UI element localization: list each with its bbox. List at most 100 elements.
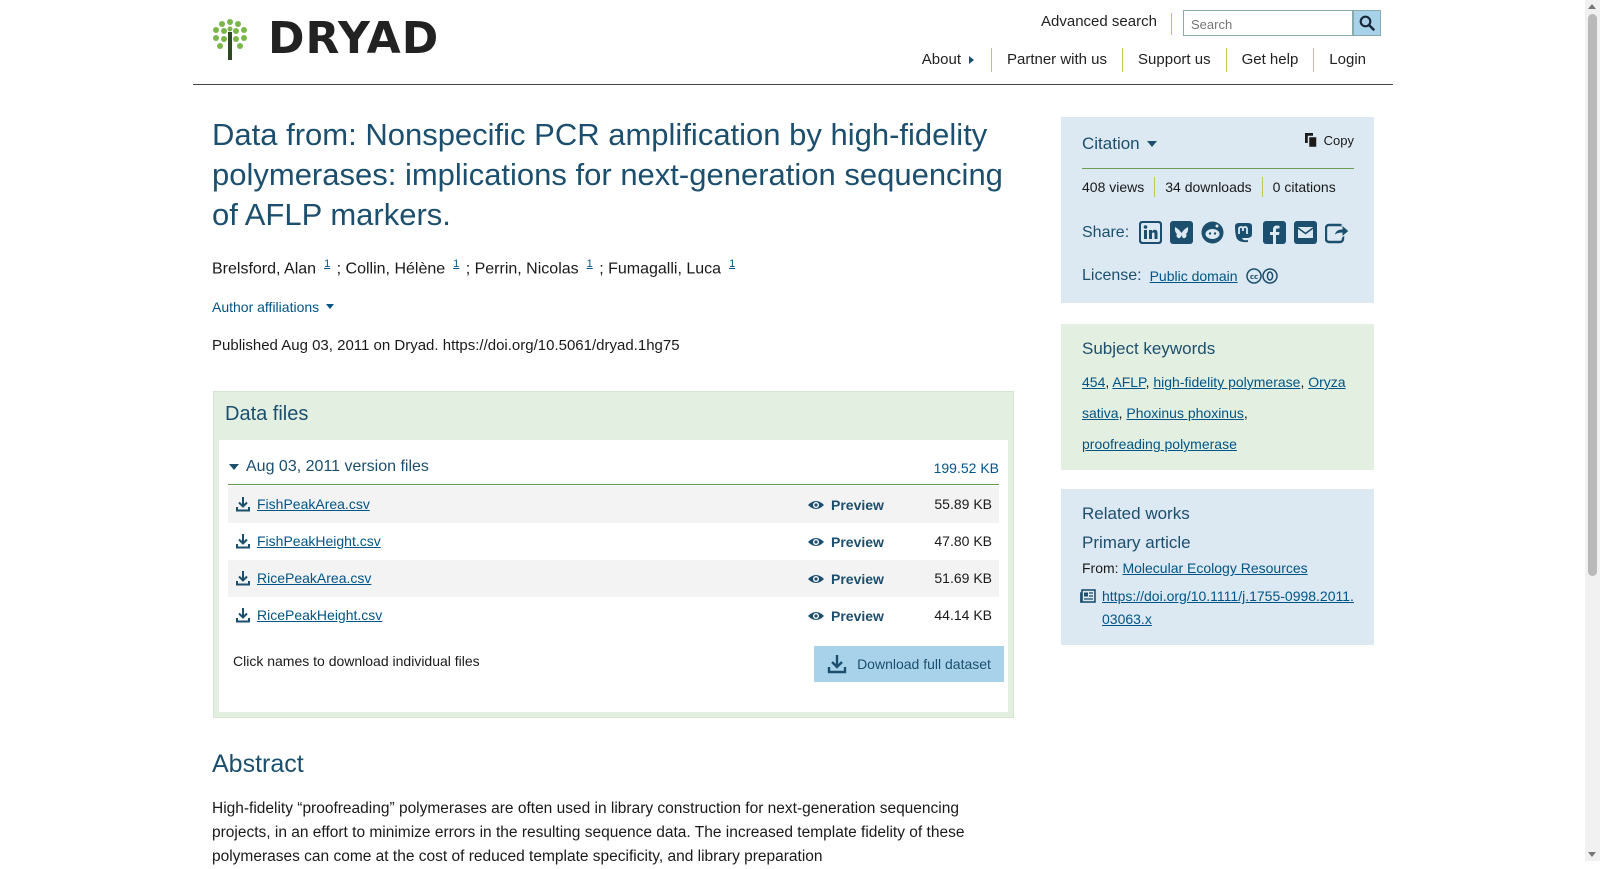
caret-right-icon <box>968 56 974 64</box>
keyword-list: 454, AFLP, high-fidelity polymerase, Ory… <box>1082 374 1346 452</box>
site-header: DRYAD Advanced search About Partner with… <box>193 0 1393 85</box>
affiliation-link[interactable]: 1 <box>453 258 459 270</box>
version-toggle[interactable]: Aug 03, 2011 version files 199.52 KB <box>228 456 999 485</box>
email-icon[interactable] <box>1294 221 1318 244</box>
usage-metrics: 408 views 34 downloads 0 citations <box>1082 177 1354 197</box>
search-field[interactable] <box>1183 10 1358 37</box>
abstract-text: High-fidelity “proofreading” polymerases… <box>212 800 965 865</box>
file-download-link[interactable]: RicePeakHeight.csv <box>235 607 382 623</box>
eye-icon <box>808 612 824 620</box>
eye-icon <box>808 575 824 583</box>
preview-button[interactable]: Preview <box>807 497 884 513</box>
scroll-thumb[interactable] <box>1588 14 1597 576</box>
file-name: FishPeakArea.csv <box>257 496 370 512</box>
share-out-icon[interactable] <box>1325 221 1350 244</box>
file-row: FishPeakArea.csv Preview 55.89 KB <box>228 486 999 523</box>
nav-login[interactable]: Login <box>1313 48 1366 72</box>
keyword-link[interactable]: AFLP <box>1112 374 1145 390</box>
author-name[interactable]: Collin, Hélène <box>346 260 446 277</box>
download-icon <box>236 497 250 512</box>
keyword-link[interactable]: high-fidelity polymerase <box>1153 374 1300 390</box>
data-files-heading: Data files <box>225 403 309 425</box>
data-files-body: Aug 03, 2011 version files 199.52 KB Fis… <box>219 440 1008 712</box>
download-hint: Click names to download individual files <box>233 653 480 669</box>
author-list: Brelsford, Alan 1 ; Collin, Hélène 1 ; Per… <box>212 258 736 278</box>
keyword-link[interactable]: 454 <box>1082 374 1105 390</box>
author-affiliations-label: Author affiliations <box>212 299 320 315</box>
license-link[interactable]: Public domain <box>1150 268 1238 284</box>
data-files-panel: Data files Aug 03, 2011 version files 19… <box>213 391 1014 718</box>
tree-logo-icon <box>213 19 247 60</box>
author-name[interactable]: Fumagalli, Luca <box>608 260 721 277</box>
primary-article-heading: Primary article <box>1082 533 1191 552</box>
related-works-heading: Related works <box>1082 504 1190 523</box>
license-row: License: Public domain cc <box>1082 267 1278 285</box>
citation-toggle[interactable]: Citation <box>1082 134 1158 154</box>
search-input[interactable] <box>1184 11 1358 37</box>
affiliation-link[interactable]: 1 <box>324 258 330 270</box>
dataset-title: Data from: Nonspecific PCR amplification… <box>212 117 1003 232</box>
share-label: Share: <box>1082 223 1130 241</box>
version-size: 199.52 KB <box>933 460 999 476</box>
preview-label: Preview <box>831 608 884 624</box>
file-download-link[interactable]: FishPeakArea.csv <box>235 496 370 512</box>
download-full-dataset-label: Download full dataset <box>857 656 991 672</box>
preview-button[interactable]: Preview <box>807 608 884 624</box>
bluesky-icon[interactable] <box>1170 221 1194 244</box>
svg-text:cc: cc <box>1249 273 1257 281</box>
related-source: From: Molecular Ecology Resources <box>1082 560 1308 576</box>
file-size: 44.14 KB <box>934 607 992 623</box>
mastodon-icon[interactable] <box>1232 221 1255 244</box>
download-icon <box>827 655 847 674</box>
file-size: 47.80 KB <box>934 533 992 549</box>
preview-button[interactable]: Preview <box>807 571 884 587</box>
search-button[interactable] <box>1353 10 1381 36</box>
scroll-up-arrow-icon[interactable] <box>1588 4 1596 9</box>
downloads-count: 34 downloads <box>1154 177 1261 197</box>
nav-support[interactable]: Support us <box>1122 48 1226 72</box>
facebook-icon[interactable] <box>1263 221 1287 244</box>
author-name[interactable]: Brelsford, Alan <box>212 260 316 277</box>
preview-label: Preview <box>831 571 884 587</box>
download-full-dataset-button[interactable]: Download full dataset <box>814 646 1004 682</box>
file-download-link[interactable]: RicePeakArea.csv <box>235 570 371 586</box>
copy-icon <box>1304 133 1318 148</box>
preview-button[interactable]: Preview <box>807 534 884 550</box>
preview-label: Preview <box>831 534 884 550</box>
file-size: 51.69 KB <box>934 570 992 586</box>
nav-partner[interactable]: Partner with us <box>990 48 1122 72</box>
page-scrollbar[interactable] <box>1585 0 1600 861</box>
abstract-heading: Abstract <box>212 750 304 778</box>
file-download-link[interactable]: FishPeakHeight.csv <box>235 533 381 549</box>
affiliation-link[interactable]: 1 <box>587 258 593 270</box>
magnifier-icon <box>1359 15 1375 31</box>
keyword-link[interactable]: proofreading polymerase <box>1082 436 1237 452</box>
from-label: From: <box>1082 560 1119 576</box>
article-doi-link[interactable]: https://doi.org/10.1111/j.1755-0998.2011… <box>1102 585 1356 631</box>
copy-citation-button[interactable]: Copy <box>1304 132 1354 148</box>
related-doi: https://doi.org/10.1111/j.1755-0998.2011… <box>1080 585 1356 631</box>
publication-info: Published Aug 03, 2011 on Dryad. https:/… <box>212 337 680 354</box>
copy-label: Copy <box>1323 132 1354 148</box>
file-row: FishPeakHeight.csv Preview 47.80 KB <box>228 523 999 560</box>
divider <box>1082 168 1354 169</box>
nav-about[interactable]: About <box>907 48 991 72</box>
journal-link[interactable]: Molecular Ecology Resources <box>1122 560 1307 576</box>
related-works-panel: Related works Primary article From: Mole… <box>1061 489 1374 645</box>
views-count: 408 views <box>1082 179 1145 195</box>
caret-down-icon <box>326 304 335 309</box>
eye-icon <box>808 501 824 509</box>
linkedin-icon[interactable] <box>1139 221 1163 244</box>
download-icon <box>236 608 250 623</box>
advanced-search-link[interactable]: Advanced search <box>1041 13 1172 35</box>
reddit-icon[interactable] <box>1201 221 1224 244</box>
keyword-link[interactable]: Phoxinus phoxinus <box>1126 405 1244 421</box>
author-affiliations-toggle[interactable]: Author affiliations <box>212 299 335 315</box>
dryad-logo[interactable]: DRYAD <box>212 17 439 61</box>
scroll-down-arrow-icon[interactable] <box>1588 852 1596 857</box>
caret-down-icon <box>1146 140 1157 147</box>
eye-icon <box>808 538 824 546</box>
nav-help[interactable]: Get help <box>1225 48 1314 72</box>
author-name[interactable]: Perrin, Nicolas <box>475 260 579 277</box>
affiliation-link[interactable]: 1 <box>729 258 735 270</box>
